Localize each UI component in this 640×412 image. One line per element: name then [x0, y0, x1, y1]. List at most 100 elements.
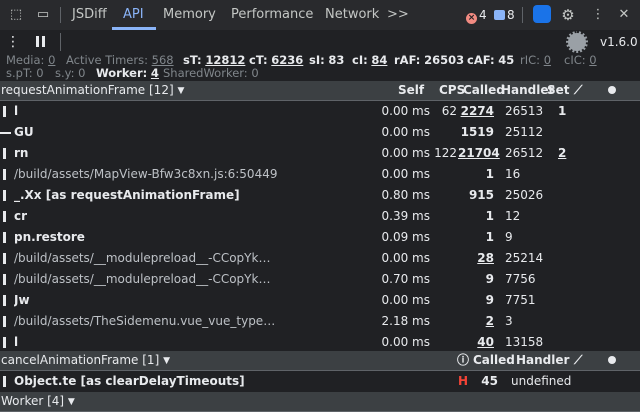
message-icon	[494, 10, 505, 20]
record-dot-icon[interactable]	[608, 351, 616, 370]
table-row[interactable]: pn.restore 0.09 ms 1 9	[0, 227, 640, 249]
table-row[interactable]: Jw 0.00 ms 9 7751	[0, 290, 640, 312]
worker-section-header[interactable]: Worker [4] ▼	[0, 392, 640, 412]
table-row[interactable]: /build/assets/TheSidemenu.vue_vue_type… 2…	[0, 311, 640, 333]
row-called[interactable]: 28	[458, 248, 494, 269]
menu-dots-icon[interactable]: ⋮	[6, 31, 20, 53]
caret-down-icon: ▼	[67, 397, 75, 407]
extension-icon[interactable]	[533, 5, 551, 23]
version-label: v1.6.0	[600, 35, 638, 49]
row-handler: 13158	[505, 335, 544, 349]
col-called[interactable]: Called	[463, 81, 505, 100]
row-handler: 3	[505, 314, 513, 328]
row-called[interactable]: 40	[458, 332, 494, 353]
row-self-time: 0.00 ms	[381, 293, 430, 307]
row-handler: 12	[505, 209, 521, 223]
row-callsite[interactable]: _.Xx [as requestAnimationFrame]	[14, 185, 240, 206]
row-self-time: 2.18 ms	[381, 314, 430, 328]
more-tabs-icon[interactable]: >>	[387, 0, 409, 30]
table-row[interactable]: _.Xx [as requestAnimationFrame] 0.80 ms 91…	[0, 185, 640, 207]
col-cps[interactable]: CPS	[439, 81, 465, 100]
row-callsite[interactable]: /build/assets/MapView-Bfw3c8xn.js:6:5044…	[14, 164, 277, 185]
col-handler[interactable]: Handler	[516, 351, 569, 370]
row-called[interactable]: 2274	[458, 101, 494, 122]
inspect-element-icon[interactable]: ⬚	[8, 7, 24, 23]
settings-cog-icon[interactable]	[566, 31, 588, 53]
row-handler: 25214	[505, 251, 544, 265]
stat-cic: cIC: 0	[564, 53, 597, 67]
row-set[interactable]: 2	[558, 143, 572, 164]
tab-performance[interactable]: Performance	[231, 0, 313, 30]
row-self-time: 0.70 ms	[381, 272, 430, 286]
row-callsite[interactable]: l	[14, 101, 18, 122]
row-marker	[3, 316, 6, 327]
tab-divider	[60, 7, 61, 23]
row-handler: 26513	[505, 104, 544, 118]
row-called: 9	[485, 272, 494, 286]
trace-icon[interactable]: ⟋	[574, 351, 582, 370]
device-toolbar-icon[interactable]: ▭	[35, 7, 51, 23]
stat-worker[interactable]: Worker: 4	[96, 67, 159, 80]
pause-icon[interactable]	[36, 36, 39, 47]
row-callsite[interactable]: pn.restore	[14, 227, 85, 248]
devtools-tab-bar: ⬚ ▭ JSDiff API Memory Performance Networ…	[0, 0, 640, 31]
col-set[interactable]: Set	[547, 81, 570, 100]
stat-sharedworker: SharedWorker: 0	[163, 66, 259, 80]
table-row[interactable]: Object.te [as clearDelayTimeouts] H 45 u…	[0, 371, 640, 393]
tab-memory[interactable]: Memory	[163, 0, 216, 30]
messages-badge[interactable]: 8	[494, 0, 515, 30]
row-marker	[3, 337, 6, 348]
table-row[interactable]: rn 0.00 ms 122 21704 26512 2	[0, 143, 640, 165]
table-row[interactable]: /build/assets/MapView-Bfw3c8xn.js:6:5044…	[0, 164, 640, 186]
tab-api[interactable]: API	[123, 0, 144, 30]
info-icon: ⓘ	[457, 353, 470, 367]
kebab-menu-icon[interactable]: ⋮	[590, 7, 606, 23]
row-self-time: 0.00 ms	[381, 104, 430, 118]
row-callsite[interactable]: GU	[14, 122, 34, 143]
trace-icon[interactable]: ⟋	[574, 81, 582, 100]
row-called: 1	[485, 230, 494, 244]
row-called[interactable]: 2	[458, 311, 494, 332]
row-marker	[3, 232, 6, 243]
raf-section-title[interactable]: requestAnimationFrame [12] ▼	[1, 81, 184, 101]
errors-badge[interactable]: × 4	[466, 0, 487, 30]
stat-caf: cAF: 45	[467, 53, 515, 67]
col-self[interactable]: Self	[398, 81, 424, 100]
row-callsite[interactable]: /build/assets/__modulepreload__-CCopYk…	[14, 269, 270, 290]
caf-section-header[interactable]: cancelAnimationFrame [1] ▼ ⓘ Called Hand…	[0, 351, 640, 371]
settings-gear-icon[interactable]: ⚙	[560, 7, 576, 23]
row-callsite[interactable]: l	[14, 332, 18, 353]
row-handler: 25026	[505, 188, 544, 202]
row-handler: 9	[505, 230, 513, 244]
row-self-time: 0.00 ms	[381, 125, 430, 139]
stat-ci[interactable]: cI: 84	[352, 54, 387, 67]
worker-section-title[interactable]: Worker [4] ▼	[1, 392, 75, 412]
row-callsite[interactable]: /build/assets/TheSidemenu.vue_vue_type…	[14, 311, 275, 332]
row-callsite[interactable]: Jw	[14, 290, 30, 311]
row-marker	[3, 274, 6, 285]
table-row[interactable]: /build/assets/__modulepreload__-CCopYk… 0…	[0, 248, 640, 270]
row-callsite[interactable]: /build/assets/__modulepreload__-CCopYk…	[14, 248, 270, 269]
caf-section-title[interactable]: cancelAnimationFrame [1] ▼	[1, 351, 170, 371]
pause-icon-bar	[42, 36, 45, 47]
row-marker	[3, 190, 6, 201]
record-dot-icon[interactable]	[608, 81, 616, 100]
raf-section-header[interactable]: requestAnimationFrame [12] ▼ Self CPS Ca…	[0, 81, 640, 101]
row-marker	[3, 106, 6, 117]
row-callsite[interactable]: Object.te [as clearDelayTimeouts]	[14, 371, 245, 392]
row-called[interactable]: 21704	[458, 143, 500, 164]
api-toolbar: ⋮	[0, 30, 640, 55]
tab-jsdiff[interactable]: JSDiff	[72, 0, 107, 30]
row-cps: 122	[434, 146, 457, 160]
row-marker	[0, 132, 11, 134]
close-devtools-icon[interactable]: ✕	[616, 7, 632, 23]
row-callsite[interactable]: cr	[14, 206, 27, 227]
table-row[interactable]: /build/assets/__modulepreload__-CCopYk… 0…	[0, 269, 640, 291]
table-row[interactable]: cr 0.39 ms 1 12	[0, 206, 640, 228]
tab-divider	[522, 7, 523, 23]
table-row[interactable]: GU 0.00 ms 1519 25112	[0, 122, 640, 144]
tab-network[interactable]: Network	[325, 0, 379, 30]
col-called[interactable]: Called	[473, 351, 515, 370]
row-callsite[interactable]: rn	[14, 143, 28, 164]
table-row[interactable]: l 0.00 ms 62 2274 26513 1	[0, 101, 640, 123]
